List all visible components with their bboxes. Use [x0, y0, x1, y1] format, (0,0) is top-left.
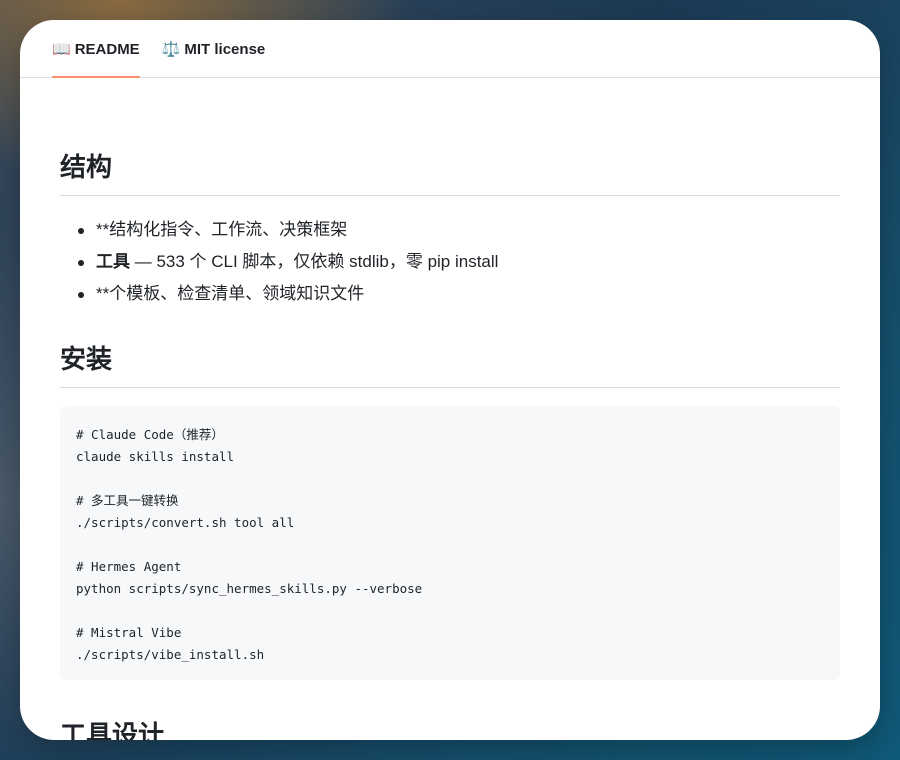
section-heading-install: 安装	[60, 344, 840, 389]
section-heading-next: 工具设计	[60, 720, 165, 740]
code-line: # 多工具一键转换	[76, 493, 179, 509]
tab-readme[interactable]: 📖 README	[52, 20, 140, 78]
book-icon: 📖	[52, 40, 71, 58]
readme-card: 📖 README ⚖️ MIT license 结构 **结构化指令、工作流、决…	[20, 20, 880, 740]
tab-readme-label: README	[74, 40, 140, 58]
code-line: ./scripts/vibe_install.sh	[76, 647, 265, 663]
structure-list: **结构化指令、工作流、决策框架 工具 — 533 个 CLI 脚本，仅依赖 s…	[60, 214, 840, 310]
list-item-bold: 工具	[96, 252, 130, 272]
list-item: **个模板、检查清单、领域知识文件	[76, 278, 840, 310]
list-item: **结构化指令、工作流、决策框架	[76, 214, 840, 246]
code-line: # Mistral Vibe	[76, 625, 182, 641]
code-line: ./scripts/convert.sh tool all	[76, 515, 295, 531]
code-line: claude skills install	[76, 449, 235, 465]
scale-icon: ⚖️	[161, 40, 181, 58]
tab-license[interactable]: ⚖️ MIT license	[162, 20, 266, 77]
code-line: # Claude Code（推荐）	[76, 427, 224, 443]
list-item: 工具 — 533 个 CLI 脚本，仅依赖 stdlib，零 pip insta…	[76, 246, 840, 278]
list-item-text: **个模板、检查清单、领域知识文件	[96, 284, 365, 304]
code-line: # Hermes Agent	[76, 559, 182, 575]
section-heading-structure: 结构	[60, 152, 840, 197]
list-item-text: — 533 个 CLI 脚本，仅依赖 stdlib，零 pip install	[130, 252, 499, 272]
tab-bar: 📖 README ⚖️ MIT license	[20, 20, 880, 78]
install-code-block[interactable]: # Claude Code（推荐） claude skills install …	[60, 406, 840, 681]
code-line: python scripts/sync_hermes_skills.py --v…	[76, 581, 423, 597]
readme-content: 结构 **结构化指令、工作流、决策框架 工具 — 533 个 CLI 脚本，仅依…	[20, 78, 880, 740]
tab-license-label: MIT license	[184, 40, 266, 58]
list-item-text: **结构化指令、工作流、决策框架	[96, 220, 348, 240]
